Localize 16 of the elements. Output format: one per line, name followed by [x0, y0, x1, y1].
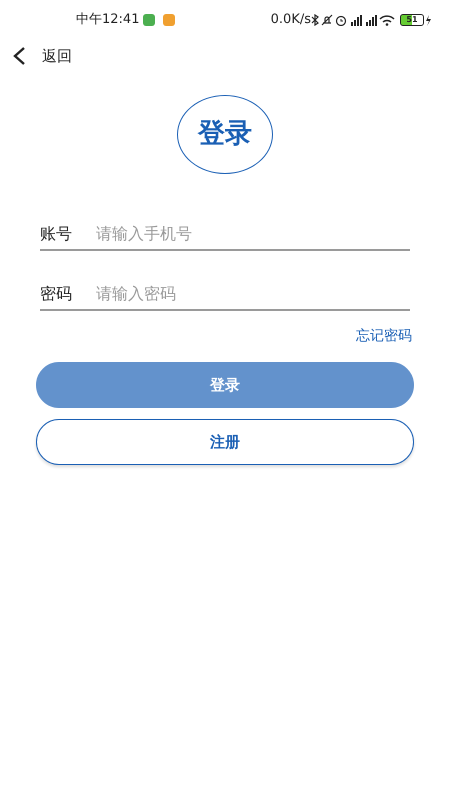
back-icon	[12, 46, 26, 66]
back-button[interactable]: 返回	[12, 44, 72, 68]
register-button[interactable]: 注册	[36, 419, 414, 465]
mute-icon	[320, 14, 334, 26]
forgot-password-link[interactable]: 忘记密码	[356, 326, 412, 347]
logo: 登录	[177, 95, 273, 174]
bluetooth-icon	[311, 14, 320, 26]
battery-indicator: 51	[400, 14, 424, 26]
field-label: 账号	[40, 223, 73, 245]
signal-icon	[363, 14, 378, 26]
alarm-icon	[334, 14, 348, 26]
field-label: 密码	[40, 283, 73, 305]
status-time: 中午12:41	[76, 11, 140, 30]
signal-icon	[348, 14, 363, 26]
wifi-icon	[378, 14, 396, 26]
network-speed: 0.0K/s	[270, 11, 311, 30]
